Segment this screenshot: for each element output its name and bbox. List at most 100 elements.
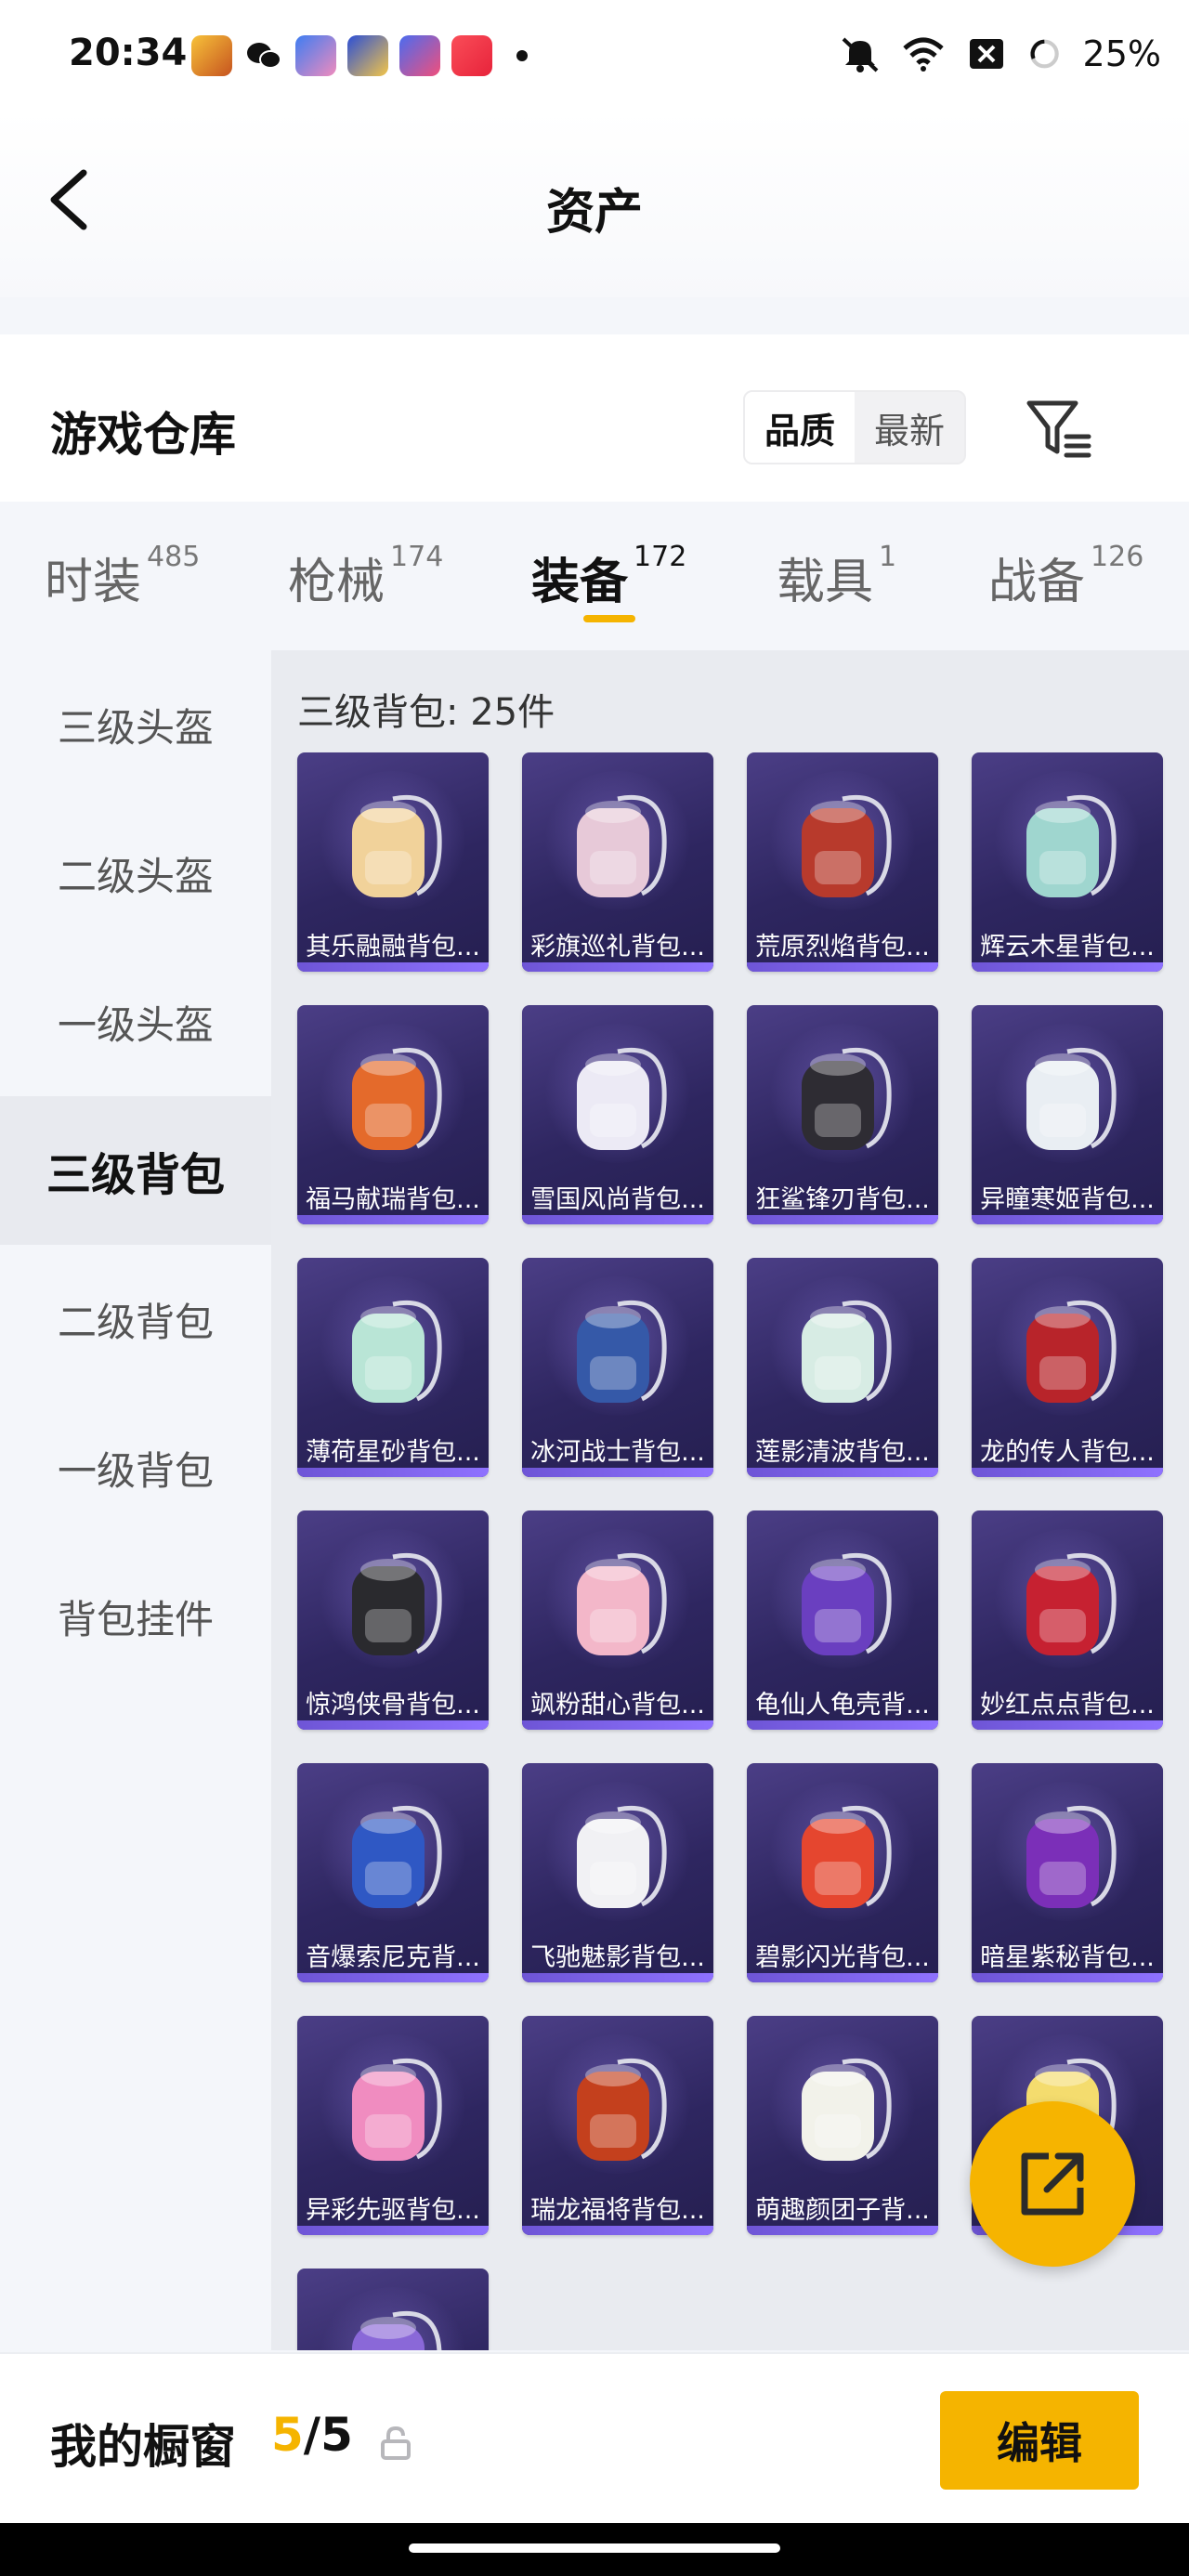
backpack-icon bbox=[352, 2058, 442, 2161]
item-name: 音爆索尼克背... bbox=[306, 1943, 480, 1972]
backpack-icon bbox=[352, 794, 442, 897]
game-app-icon-2 bbox=[295, 35, 336, 76]
share-external-icon bbox=[1021, 2152, 1084, 2216]
backpack-icon bbox=[802, 794, 892, 897]
item-name: 冰河战士背包... bbox=[530, 1438, 705, 1467]
item-card[interactable]: 薄荷星砂背包... bbox=[297, 1258, 489, 1477]
sidebar-item-backpack-charm[interactable]: 背包挂件 bbox=[0, 1542, 271, 1691]
sidebar-item-backpack-lv1[interactable]: 一级背包 bbox=[0, 1393, 271, 1542]
item-card[interactable]: 辉云木星背包... bbox=[972, 752, 1163, 972]
battery-ring-icon bbox=[1029, 39, 1059, 69]
item-card[interactable]: 惊鸿侠骨背包... bbox=[297, 1510, 489, 1730]
sidebar-item-backpack-lv2[interactable]: 二级背包 bbox=[0, 1245, 271, 1393]
tab-count: 172 bbox=[634, 541, 687, 573]
rarity-bar bbox=[522, 1468, 713, 1477]
item-name: 薄荷星砂背包... bbox=[306, 1438, 480, 1467]
sidebar-item-helmet-lv1[interactable]: 一级头盔 bbox=[0, 948, 271, 1096]
item-card[interactable]: 龟仙人龟壳背... bbox=[747, 1510, 938, 1730]
item-name: 妙红点点背包... bbox=[980, 1691, 1155, 1720]
rarity-bar bbox=[747, 1215, 938, 1224]
item-card[interactable]: 音爆索尼克背... bbox=[297, 1763, 489, 1982]
item-card[interactable]: 暗星紫秘背包... bbox=[972, 1763, 1163, 1982]
notification-dot bbox=[516, 50, 528, 61]
item-name: 荒原烈焰背包... bbox=[755, 933, 930, 961]
item-name: 惊鸿侠骨背包... bbox=[306, 1691, 480, 1720]
item-card[interactable]: 冰河战士背包... bbox=[522, 1258, 713, 1477]
wechat-icon bbox=[243, 35, 284, 76]
tab-weapons[interactable]: 枪械 174 bbox=[288, 541, 443, 612]
page-title: 资产 bbox=[545, 185, 643, 241]
item-card[interactable]: 狂鲨锋刃背包... bbox=[747, 1005, 938, 1224]
filter-icon[interactable] bbox=[1022, 392, 1096, 466]
home-indicator[interactable] bbox=[409, 2543, 780, 2553]
content-heading: 三级背包: 25件 bbox=[297, 691, 555, 734]
item-name: 狂鲨锋刃背包... bbox=[755, 1185, 930, 1214]
sidebar-item-helmet-lv3[interactable]: 三级头盔 bbox=[0, 650, 271, 799]
item-card[interactable]: 萌趣颜团子背... bbox=[747, 2016, 938, 2235]
item-card[interactable]: 飞驰魅影背包... bbox=[522, 1763, 713, 1982]
backpack-icon bbox=[802, 1047, 892, 1150]
active-tab-indicator bbox=[583, 615, 635, 622]
rarity-bar bbox=[297, 962, 489, 972]
item-card[interactable]: 彩旗巡礼背包... bbox=[522, 752, 713, 972]
sort-option-quality[interactable]: 品质 bbox=[745, 392, 855, 463]
status-bar: 20:34 25% bbox=[0, 0, 1189, 111]
backpack-icon bbox=[352, 1047, 442, 1150]
item-card[interactable]: 其乐融融背包... bbox=[297, 752, 489, 972]
item-card[interactable]: 龙的传人背包... bbox=[972, 1258, 1163, 1477]
battery-percent: 25% bbox=[1082, 33, 1161, 74]
item-card[interactable]: 莲影清波背包... bbox=[747, 1258, 938, 1477]
rarity-bar bbox=[297, 2226, 489, 2235]
rarity-bar bbox=[972, 1973, 1163, 1982]
edit-button[interactable]: 编辑 bbox=[940, 2391, 1139, 2490]
sidebar-item-backpack-lv3[interactable]: 三级背包 bbox=[0, 1096, 271, 1245]
backpack-icon bbox=[352, 2310, 442, 2350]
item-card[interactable]: 碧影闪光背包... bbox=[747, 1763, 938, 1982]
showcase-bar: 我的橱窗 5/5 编辑 bbox=[0, 2352, 1189, 2523]
item-name: 龙的传人背包... bbox=[980, 1438, 1155, 1467]
music-app-icon bbox=[451, 35, 492, 76]
item-content: 三级背包: 25件 其乐融融背包... 彩旗巡礼背包... 荒原烈焰背包... 辉云木… bbox=[271, 650, 1189, 2350]
backpack-icon bbox=[577, 2058, 667, 2161]
tab-label: 载具 bbox=[777, 555, 874, 610]
tab-supplies[interactable]: 战备 126 bbox=[988, 541, 1143, 612]
rarity-bar bbox=[747, 1468, 938, 1477]
sort-option-newest[interactable]: 最新 bbox=[855, 392, 964, 463]
item-card[interactable]: 福马献瑞背包... bbox=[297, 1005, 489, 1224]
sidebar-item-helmet-lv2[interactable]: 二级头盔 bbox=[0, 799, 271, 948]
item-name: 彩旗巡礼背包... bbox=[530, 933, 705, 961]
share-fab-button[interactable] bbox=[970, 2101, 1135, 2267]
item-card[interactable]: 异彩先驱背包... bbox=[297, 2016, 489, 2235]
tab-fashion[interactable]: 时装 485 bbox=[45, 541, 200, 612]
rarity-bar bbox=[522, 2226, 713, 2235]
rarity-bar bbox=[522, 1720, 713, 1730]
rarity-bar bbox=[522, 1973, 713, 1982]
system-nav-bar bbox=[0, 2523, 1189, 2576]
item-card[interactable] bbox=[297, 2269, 489, 2350]
star-app-icon bbox=[399, 35, 440, 76]
backpack-icon bbox=[1026, 1300, 1117, 1403]
item-card[interactable]: 飒粉甜心背包... bbox=[522, 1510, 713, 1730]
item-card[interactable]: 雪国风尚背包... bbox=[522, 1005, 713, 1224]
status-app-icons bbox=[191, 35, 528, 76]
item-card[interactable]: 瑞龙福将背包... bbox=[522, 2016, 713, 2235]
status-right: 25% bbox=[838, 33, 1161, 74]
item-card[interactable]: 荒原烈焰背包... bbox=[747, 752, 938, 972]
rarity-bar bbox=[522, 1215, 713, 1224]
backpack-icon bbox=[1026, 1805, 1117, 1908]
backpack-icon bbox=[1026, 794, 1117, 897]
backpack-icon bbox=[352, 1300, 442, 1403]
backpack-icon bbox=[577, 1047, 667, 1150]
showcase-total: 5 bbox=[320, 2408, 353, 2462]
backpack-icon bbox=[577, 1552, 667, 1655]
tab-label: 战备 bbox=[988, 555, 1086, 610]
item-card[interactable]: 异瞳寒姬背包... bbox=[972, 1005, 1163, 1224]
backpack-icon bbox=[802, 1552, 892, 1655]
item-name: 碧影闪光背包... bbox=[755, 1943, 930, 1972]
rarity-bar bbox=[972, 1215, 1163, 1224]
rarity-bar bbox=[747, 1720, 938, 1730]
tab-equipment[interactable]: 装备 172 bbox=[531, 541, 687, 612]
rarity-bar bbox=[972, 1468, 1163, 1477]
tab-vehicles[interactable]: 载具 1 bbox=[777, 541, 896, 612]
item-card[interactable]: 妙红点点背包... bbox=[972, 1510, 1163, 1730]
